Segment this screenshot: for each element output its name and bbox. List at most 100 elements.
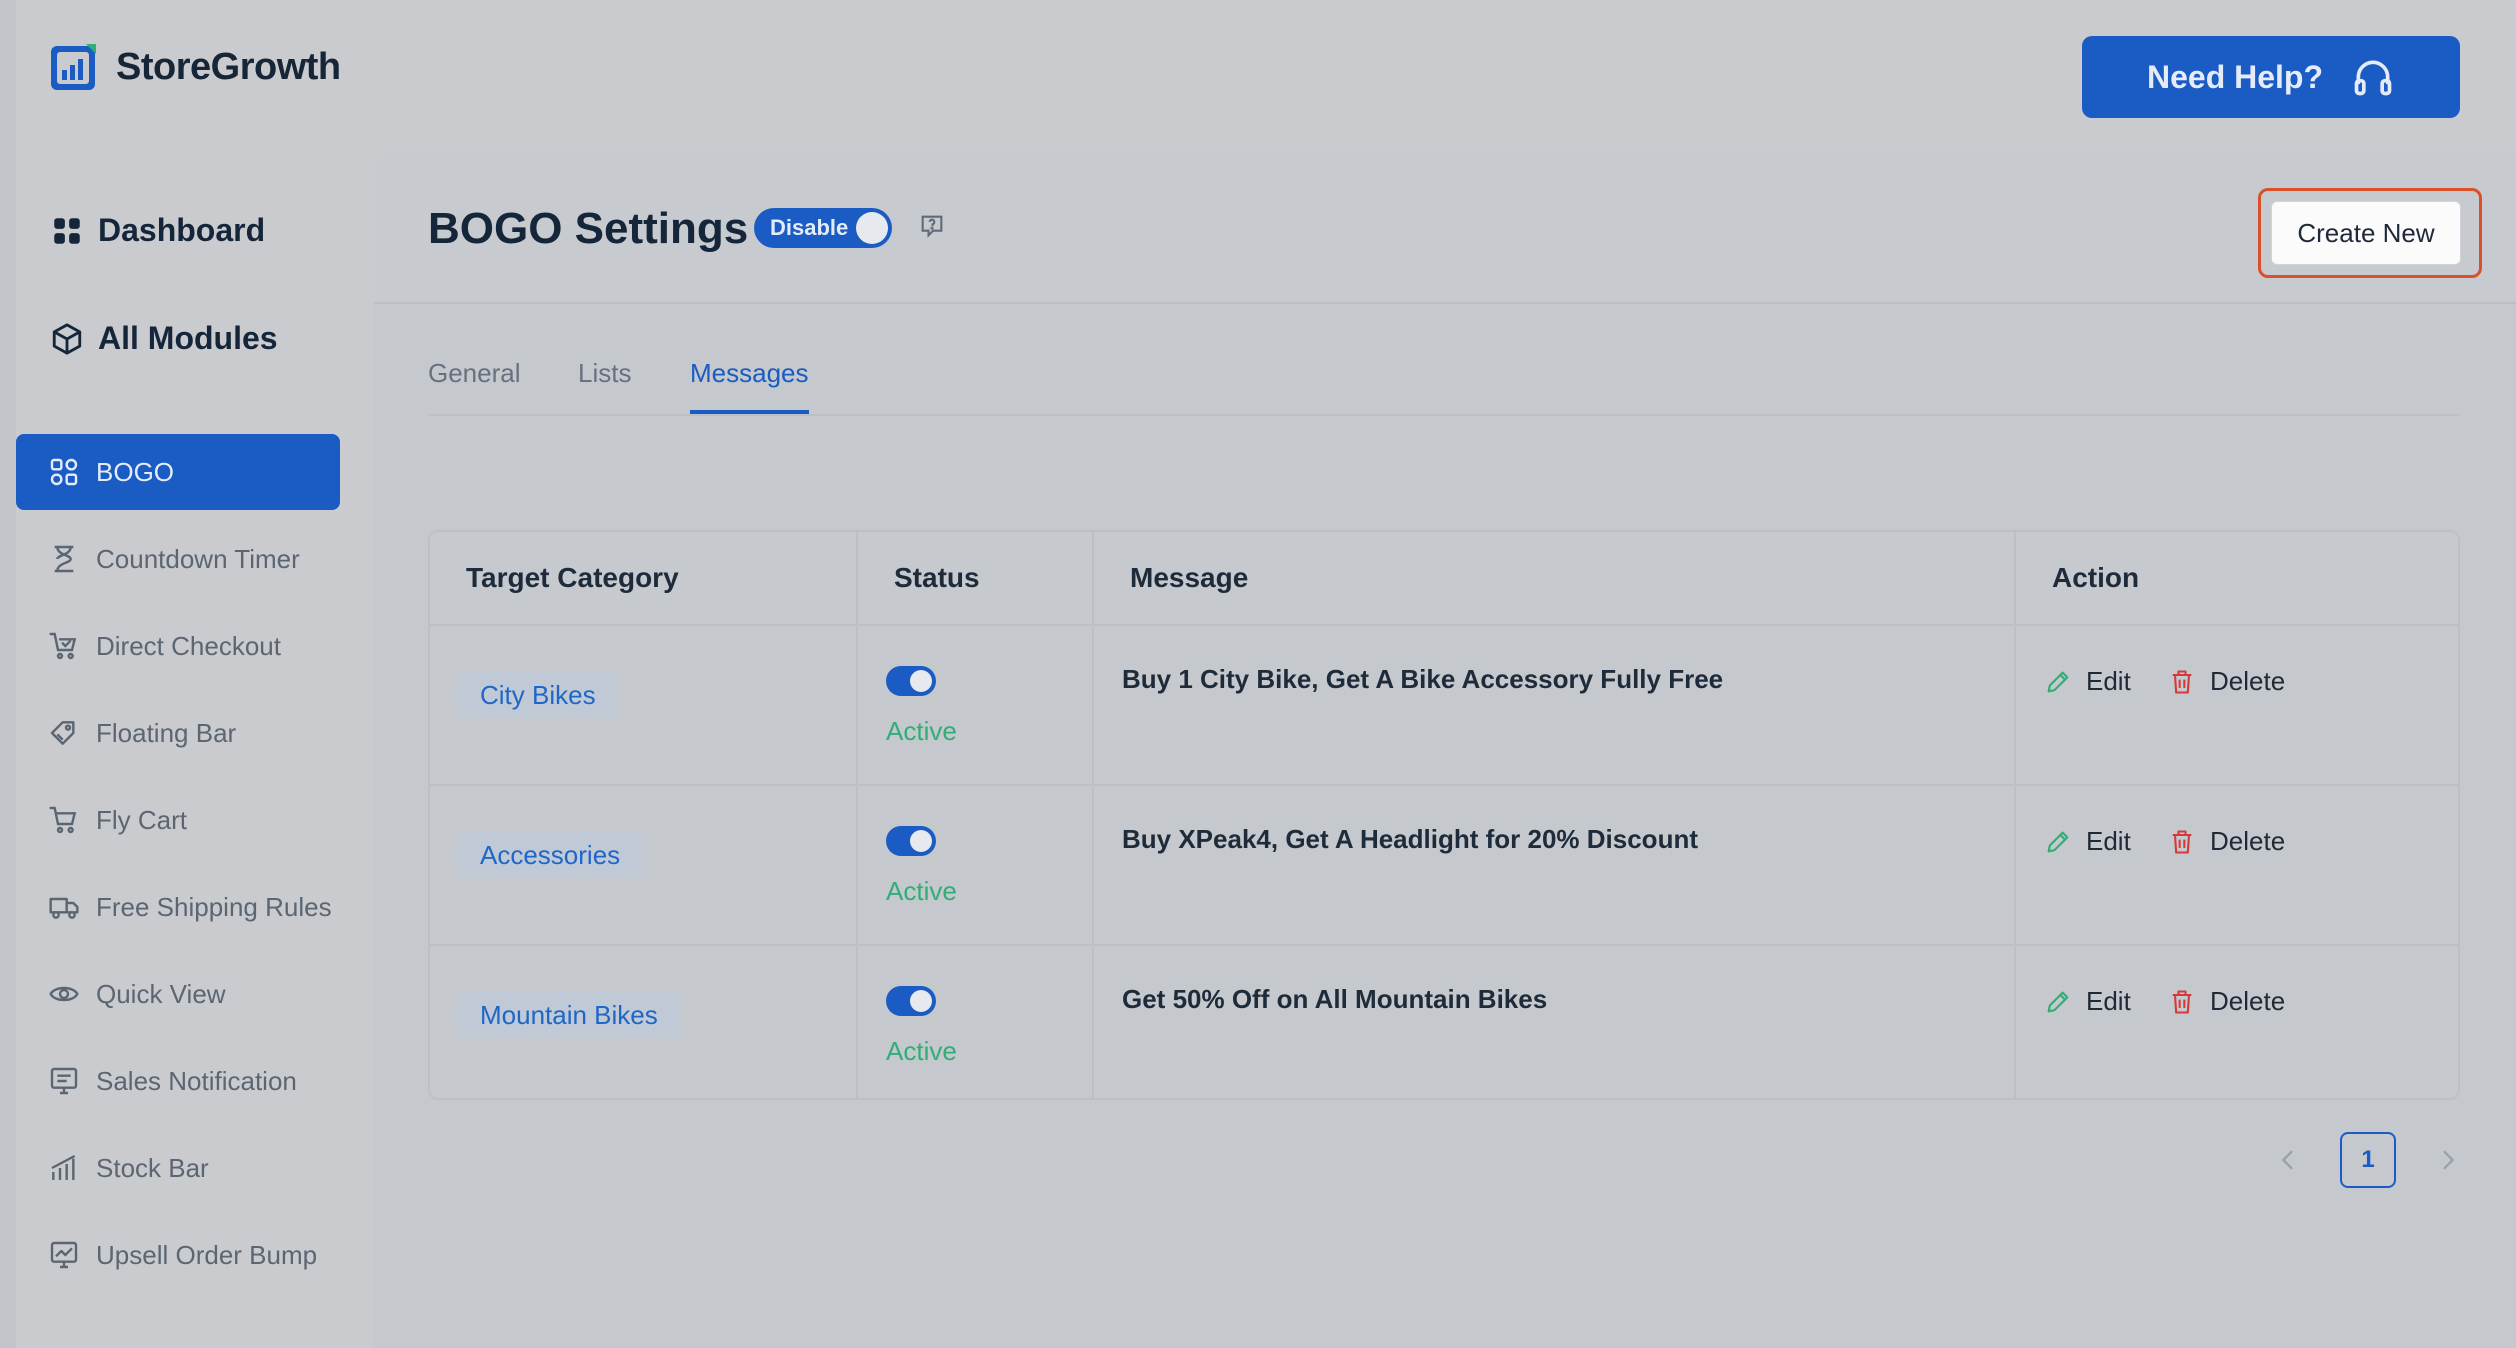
sidebar-item-fly-cart[interactable]: Fly Cart xyxy=(16,782,340,858)
delete-button[interactable]: Delete xyxy=(2168,826,2285,857)
sidebar-item-label: Stock Bar xyxy=(96,1152,209,1183)
toggle-knob xyxy=(910,990,932,1012)
status-toggle[interactable] xyxy=(886,666,936,696)
headphones-icon xyxy=(2354,60,2392,96)
column-header-status: Status xyxy=(858,532,1094,624)
pencil-icon xyxy=(2047,831,2069,852)
delete-label: Delete xyxy=(2210,826,2286,856)
sidebar-item-countdown-timer[interactable]: Countdown Timer xyxy=(16,521,340,597)
nav-dashboard-label: Dashboard xyxy=(98,212,266,248)
notification-icon xyxy=(50,1067,78,1095)
sidebar-item-bogo[interactable]: BOGO xyxy=(16,434,340,510)
edit-button[interactable]: Edit xyxy=(2044,986,2131,1017)
eye-icon xyxy=(49,986,79,1002)
sidebar-item-label: Upsell Order Bump xyxy=(96,1239,318,1270)
trash-icon xyxy=(2172,829,2192,854)
column-header-target-category: Target Category xyxy=(430,532,858,624)
sidebar-item-quick-view[interactable]: Quick View xyxy=(16,956,340,1032)
sidebar-item-label: Free Shipping Rules xyxy=(96,891,332,922)
page-number[interactable]: 1 xyxy=(2340,1132,2396,1188)
edit-label: Edit xyxy=(2086,826,2131,856)
sidebar-item-stock-bar[interactable]: Stock Bar xyxy=(16,1130,340,1206)
window-edge xyxy=(0,0,16,1348)
column-header-action: Action xyxy=(2052,562,2140,593)
create-new-button[interactable]: Create New xyxy=(2271,201,2461,265)
status-text: Active xyxy=(886,876,957,906)
logo-icon xyxy=(51,44,96,90)
toggle-knob xyxy=(910,830,932,852)
cube-icon xyxy=(52,322,82,355)
sidebar-item-label: Floating Bar xyxy=(96,717,237,748)
column-header-message: Message xyxy=(1094,532,2016,624)
trash-icon xyxy=(2172,989,2192,1014)
hourglass-icon xyxy=(54,545,74,573)
sidebar-item-direct-checkout[interactable]: Direct Checkout xyxy=(16,608,340,684)
status-toggle[interactable] xyxy=(886,986,936,1016)
pencil-icon xyxy=(2047,671,2069,692)
category-tag[interactable]: Accessories xyxy=(458,832,643,878)
delete-button[interactable]: Delete xyxy=(2168,986,2285,1017)
chevron-right-icon[interactable] xyxy=(2434,1146,2462,1174)
bar-chart-icon xyxy=(51,1154,76,1180)
bogo-icon xyxy=(50,458,78,486)
trend-up-icon xyxy=(50,1241,78,1269)
message-text: Buy XPeak4, Get A Headlight for 20% Disc… xyxy=(1122,824,1698,854)
nav-all-modules-label: All Modules xyxy=(98,320,278,356)
edit-button[interactable]: Edit xyxy=(2044,666,2131,697)
sidebar-item-label: Fly Cart xyxy=(96,804,187,835)
status-toggle[interactable] xyxy=(886,826,936,856)
edit-label: Edit xyxy=(2086,986,2131,1016)
message-text: Buy 1 City Bike, Get A Bike Accessory Fu… xyxy=(1122,664,1724,694)
status-text: Active xyxy=(886,716,957,746)
pagination: 1 xyxy=(2274,1132,2462,1188)
chevron-left-icon[interactable] xyxy=(2274,1146,2302,1174)
cart-check-icon xyxy=(49,632,77,660)
brand-logo[interactable]: StoreGrowth xyxy=(48,40,341,94)
delete-label: Delete xyxy=(2210,986,2286,1016)
table-row: City Bikes Active Buy 1 City Bike, Get A… xyxy=(430,626,2458,786)
settings-tabs: General Lists Messages xyxy=(428,358,2460,416)
toggle-knob xyxy=(856,212,888,244)
category-tag[interactable]: Mountain Bikes xyxy=(458,992,680,1038)
truck-icon xyxy=(49,897,79,919)
nav-dashboard[interactable]: Dashboard xyxy=(50,212,265,249)
module-toggle[interactable]: Disable xyxy=(754,208,892,248)
tab-messages[interactable]: Messages xyxy=(690,358,809,414)
sidebar-item-sales-notification[interactable]: Sales Notification xyxy=(16,1043,340,1119)
need-help-label: Need Help? xyxy=(2146,58,2324,95)
delete-label: Delete xyxy=(2210,666,2286,696)
sidebar-item-label: Quick View xyxy=(96,978,226,1009)
table-header: Target Category Status Message Action xyxy=(430,532,2458,626)
main-panel: BOGO Settings Disable Create New General… xyxy=(374,152,2516,1348)
create-new-highlight: Create New xyxy=(2258,188,2482,278)
message-text: Get 50% Off on All Mountain Bikes xyxy=(1122,984,1548,1014)
module-toggle-label: Disable xyxy=(770,215,849,240)
trash-icon xyxy=(2172,669,2192,694)
sidebar-item-label: BOGO xyxy=(96,456,175,487)
sidebar-item-label: Countdown Timer xyxy=(96,543,300,574)
info-icon[interactable] xyxy=(918,212,946,240)
dashboard-icon xyxy=(54,217,80,244)
category-tag[interactable]: City Bikes xyxy=(458,672,618,718)
cart-icon xyxy=(49,806,77,834)
nav-all-modules[interactable]: All Modules xyxy=(50,320,278,357)
pencil-icon xyxy=(2047,991,2069,1012)
toggle-knob xyxy=(910,670,932,692)
tab-lists[interactable]: Lists xyxy=(578,358,631,414)
tab-general[interactable]: General xyxy=(428,358,521,414)
need-help-button[interactable]: Need Help? xyxy=(2082,36,2460,118)
sidebar-item-label: Direct Checkout xyxy=(96,630,281,661)
table-row: Mountain Bikes Active Get 50% Off on All… xyxy=(430,946,2458,1098)
sidebar-item-upsell-order-bump[interactable]: Upsell Order Bump xyxy=(16,1217,340,1293)
sidebar-item-floating-bar[interactable]: Floating Bar xyxy=(16,695,340,771)
page-title: BOGO Settings xyxy=(428,204,749,253)
sidebar-item-free-shipping-rules[interactable]: Free Shipping Rules xyxy=(16,869,340,945)
edit-button[interactable]: Edit xyxy=(2044,826,2131,857)
table-row: Accessories Active Buy XPeak4, Get A Hea… xyxy=(430,786,2458,946)
tags-icon xyxy=(50,721,75,745)
page-header: BOGO Settings Disable Create New xyxy=(374,152,2516,304)
sidebar-item-label: Sales Notification xyxy=(96,1065,297,1096)
status-text: Active xyxy=(886,1036,957,1066)
delete-button[interactable]: Delete xyxy=(2168,666,2285,697)
brand-name: StoreGrowth xyxy=(116,45,341,88)
